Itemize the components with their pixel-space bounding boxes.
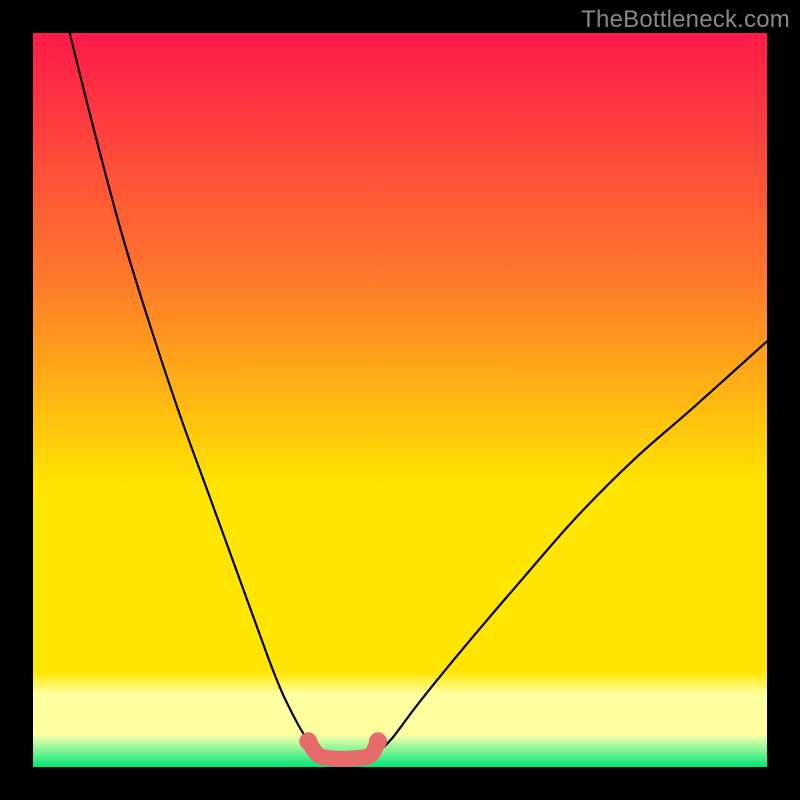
gradient-background (33, 33, 767, 767)
chart-frame: TheBottleneck.com (0, 0, 800, 800)
plot-area (33, 33, 767, 767)
highlight-endpoint-left (299, 732, 317, 750)
chart-svg (33, 33, 767, 767)
watermark-text: TheBottleneck.com (581, 6, 790, 34)
highlight-endpoint-right (369, 732, 387, 750)
